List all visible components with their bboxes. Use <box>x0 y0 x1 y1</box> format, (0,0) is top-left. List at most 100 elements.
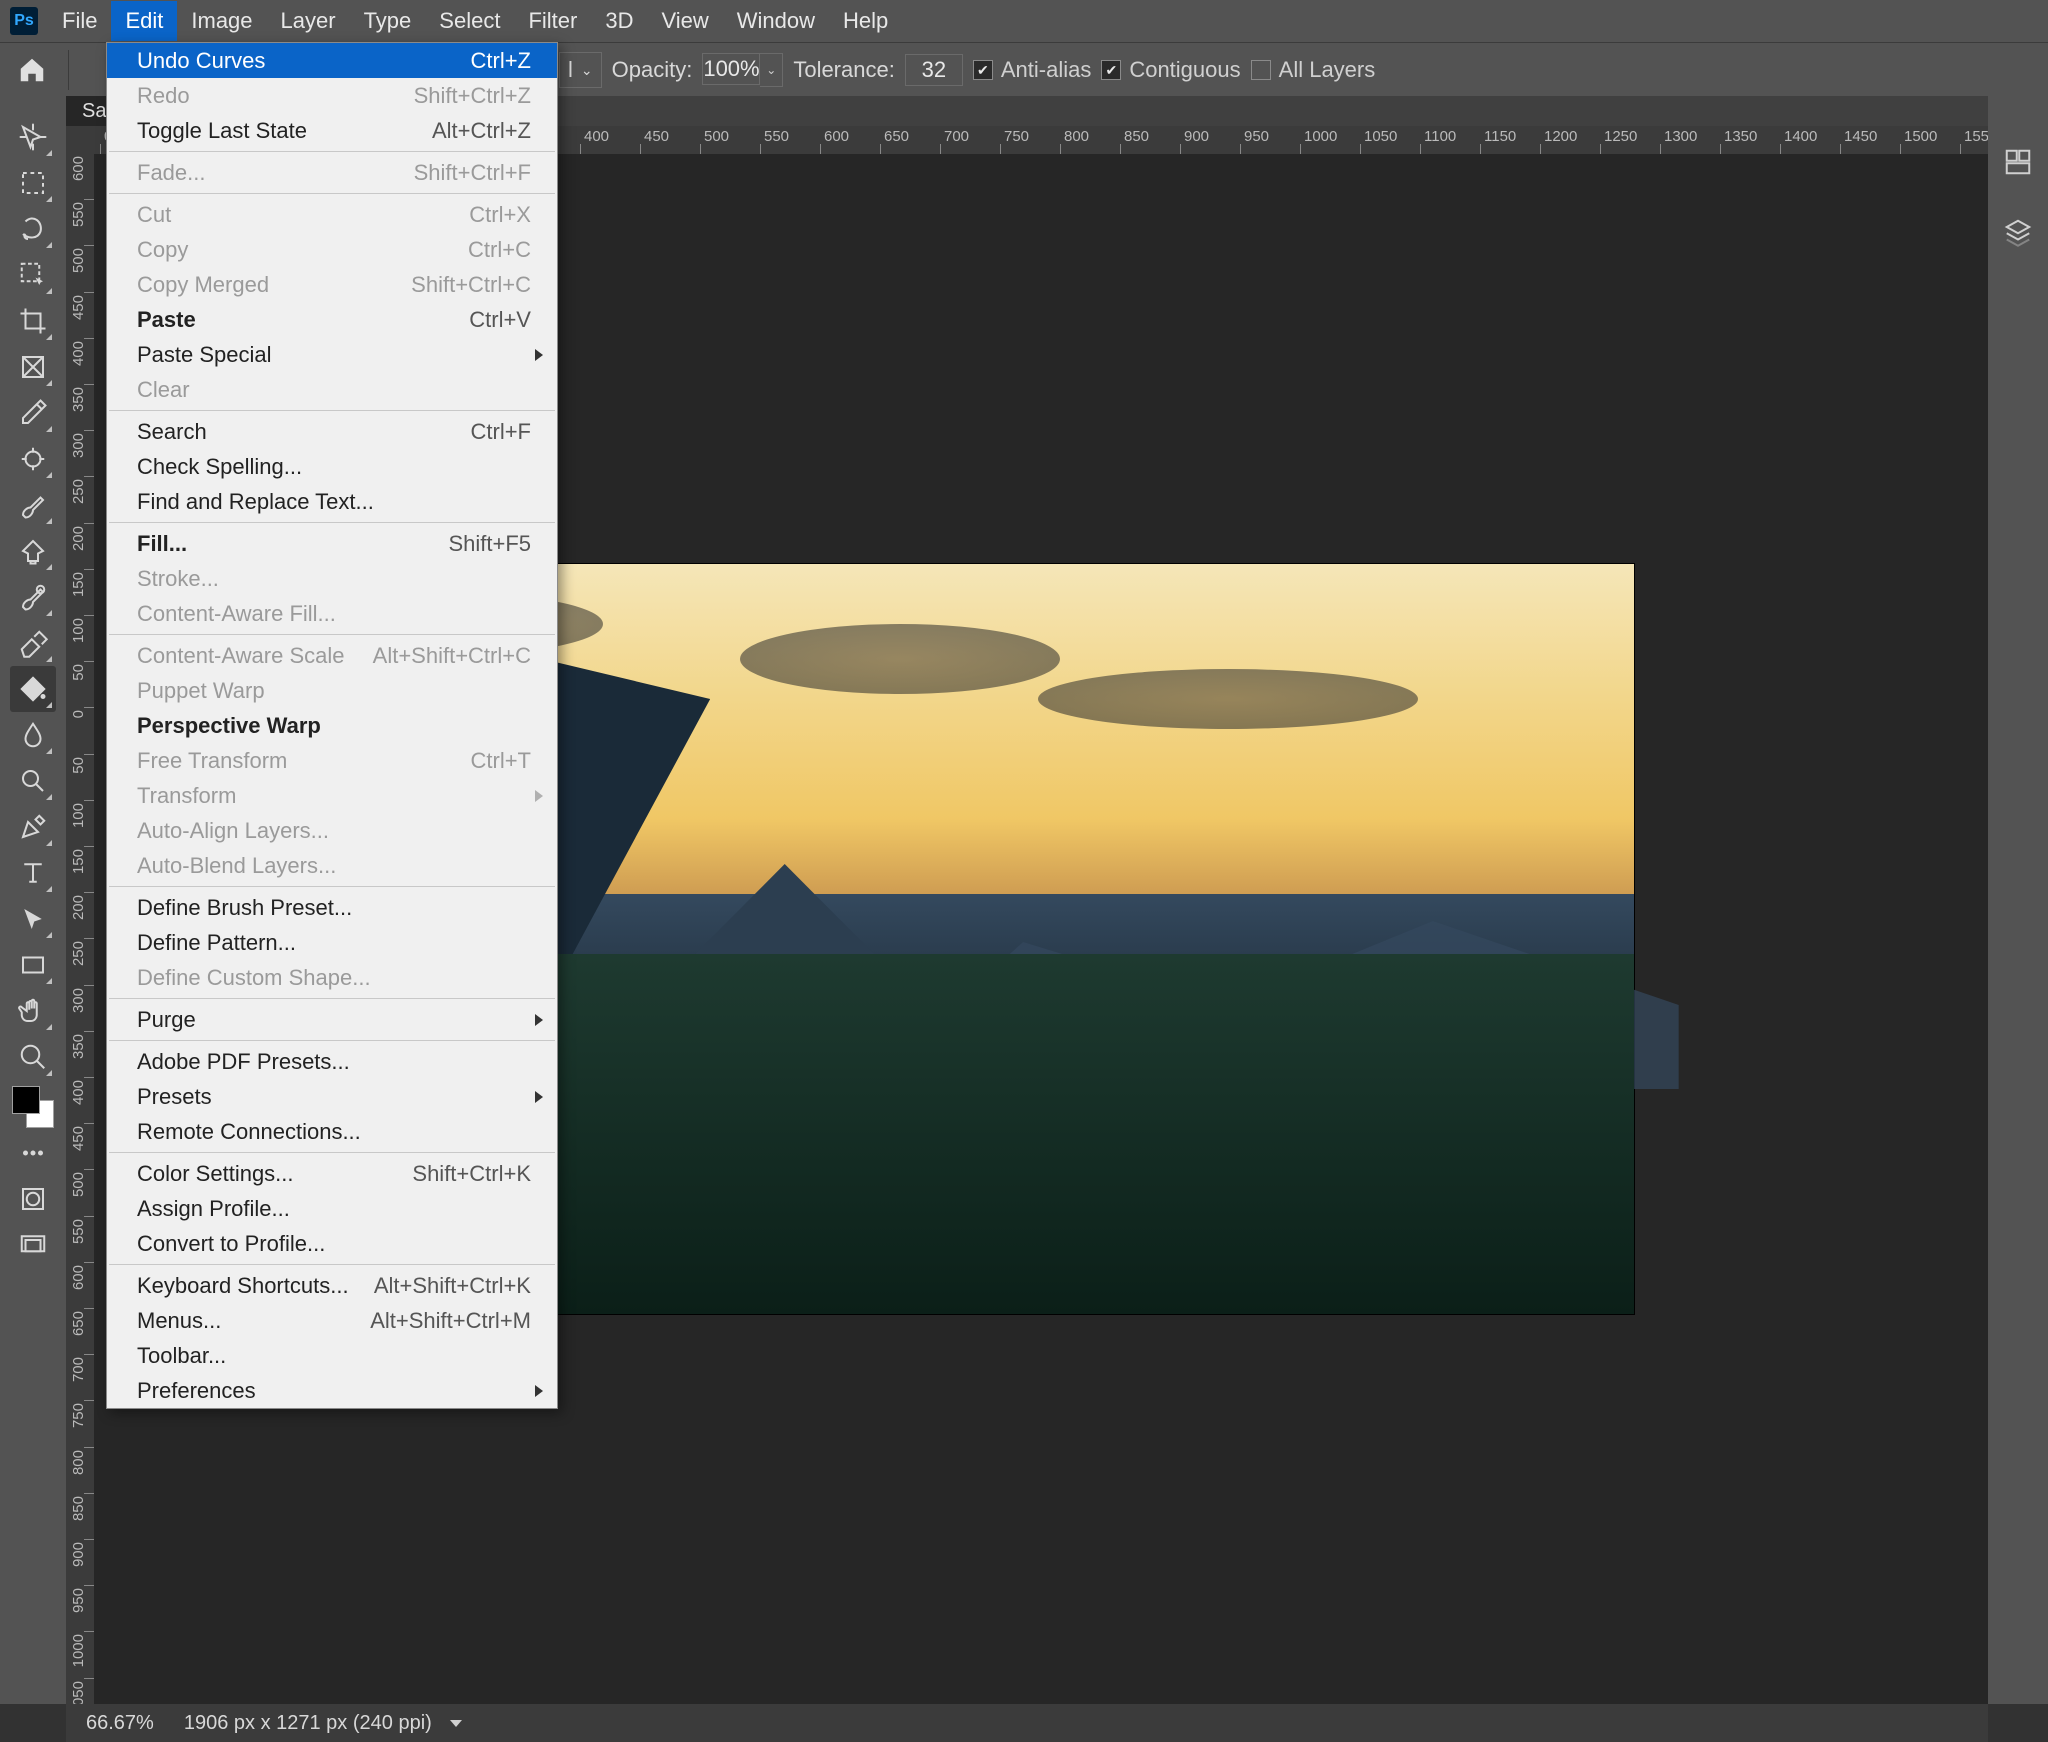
zoom-level[interactable]: 66.67% <box>86 1712 154 1735</box>
menu-item-adobe-pdf-presets[interactable]: Adobe PDF Presets... <box>107 1044 557 1079</box>
menu-select[interactable]: Select <box>425 1 514 41</box>
edit-menu-dropdown: Undo CurvesCtrl+ZRedoShift+Ctrl+ZToggle … <box>106 42 558 1409</box>
menu-item-paste-special[interactable]: Paste Special <box>107 337 557 372</box>
menu-view[interactable]: View <box>647 1 722 41</box>
submenu-arrow-icon <box>535 790 543 802</box>
menu-file[interactable]: File <box>48 1 111 41</box>
flyout-indicator-icon <box>46 794 52 800</box>
alllayers-checkbox[interactable]: All Layers <box>1251 57 1376 83</box>
menu-item-color-settings[interactable]: Color Settings...Shift+Ctrl+K <box>107 1156 557 1191</box>
tool-rectangle[interactable] <box>10 942 56 988</box>
tool-frame[interactable] <box>10 344 56 390</box>
menu-edit[interactable]: Edit <box>111 1 177 41</box>
tool-object-select[interactable] <box>10 252 56 298</box>
menu-item-shortcut: Alt+Shift+Ctrl+C <box>373 643 531 669</box>
menu-item-perspective-warp[interactable]: Perspective Warp <box>107 708 557 743</box>
tool-path-select[interactable] <box>10 896 56 942</box>
contiguous-checkbox[interactable]: ✔ Contiguous <box>1101 57 1240 83</box>
properties-panel-icon[interactable] <box>1996 140 2040 184</box>
menu-item-shortcut: Ctrl+C <box>468 237 531 263</box>
tool-zoom[interactable] <box>10 1034 56 1080</box>
menu-help[interactable]: Help <box>829 1 902 41</box>
flyout-indicator-icon <box>46 748 52 754</box>
menu-item-paste[interactable]: PasteCtrl+V <box>107 302 557 337</box>
tool-brush[interactable] <box>10 482 56 528</box>
menu-item-find-and-replace-text[interactable]: Find and Replace Text... <box>107 484 557 519</box>
status-menu-chevron-icon[interactable] <box>450 1720 462 1727</box>
tool-eraser[interactable] <box>10 620 56 666</box>
tool-clone[interactable] <box>10 528 56 574</box>
ruler-origin[interactable] <box>66 126 95 155</box>
menu-item-search[interactable]: SearchCtrl+F <box>107 414 557 449</box>
menu-item-fade: Fade...Shift+Ctrl+F <box>107 155 557 190</box>
menu-3d[interactable]: 3D <box>591 1 647 41</box>
menu-item-shortcut: Shift+Ctrl+Z <box>414 83 531 109</box>
status-bar: 66.67% 1906 px x 1271 px (240 ppi) <box>66 1704 1988 1742</box>
tool-pen[interactable] <box>10 804 56 850</box>
menu-item-shortcut: Alt+Shift+Ctrl+M <box>370 1308 531 1334</box>
tool-blur[interactable] <box>10 712 56 758</box>
menu-item-label: Color Settings... <box>137 1161 412 1187</box>
tool-dodge[interactable] <box>10 758 56 804</box>
menu-item-convert-to-profile[interactable]: Convert to Profile... <box>107 1226 557 1261</box>
tool-paint-bucket[interactable] <box>10 666 56 712</box>
menu-item-assign-profile[interactable]: Assign Profile... <box>107 1191 557 1226</box>
tool-type[interactable] <box>10 850 56 896</box>
home-button[interactable] <box>6 44 58 96</box>
tolerance-input[interactable]: 32 <box>905 54 963 86</box>
menu-item-preferences[interactable]: Preferences <box>107 1373 557 1408</box>
tool-screen-mode[interactable] <box>10 1222 56 1268</box>
menu-item-purge[interactable]: Purge <box>107 1002 557 1037</box>
menu-item-define-pattern[interactable]: Define Pattern... <box>107 925 557 960</box>
menu-item-toolbar[interactable]: Toolbar... <box>107 1338 557 1373</box>
menu-filter[interactable]: Filter <box>514 1 591 41</box>
menu-item-label: Stroke... <box>137 566 531 592</box>
opacity-value[interactable]: 100% <box>702 53 760 85</box>
menu-type[interactable]: Type <box>350 1 426 41</box>
foreground-color-swatch[interactable] <box>12 1086 40 1114</box>
menu-item-label: Fade... <box>137 160 414 186</box>
tool-spot-heal[interactable] <box>10 436 56 482</box>
menu-item-stroke: Stroke... <box>107 561 557 596</box>
foreground-background-swatch[interactable] <box>10 1084 56 1130</box>
menu-item-define-brush-preset[interactable]: Define Brush Preset... <box>107 890 557 925</box>
menu-item-label: Auto-Align Layers... <box>137 818 531 844</box>
menu-item-menus[interactable]: Menus...Alt+Shift+Ctrl+M <box>107 1303 557 1338</box>
menu-item-undo-curves[interactable]: Undo CurvesCtrl+Z <box>107 43 557 78</box>
ruler-vertical[interactable]: 6005505004504003503002502001501005005010… <box>66 154 95 1704</box>
menu-item-check-spelling[interactable]: Check Spelling... <box>107 449 557 484</box>
menu-item-label: Remote Connections... <box>137 1119 531 1145</box>
check-icon: ✔ <box>973 60 993 80</box>
menu-item-label: Undo Curves <box>137 48 471 74</box>
menu-layer[interactable]: Layer <box>267 1 350 41</box>
tool-quick-mask[interactable] <box>10 1176 56 1222</box>
menu-item-toggle-last-state[interactable]: Toggle Last StateAlt+Ctrl+Z <box>107 113 557 148</box>
menu-item-shortcut: Ctrl+T <box>471 748 532 774</box>
document-info[interactable]: 1906 px x 1271 px (240 ppi) <box>184 1712 432 1735</box>
antialias-checkbox[interactable]: ✔ Anti-alias <box>973 57 1091 83</box>
tool-crop[interactable] <box>10 298 56 344</box>
tool-edit-toolbar[interactable] <box>10 1130 56 1176</box>
opacity-chevron-icon[interactable]: ⌄ <box>760 53 783 87</box>
menu-item-fill[interactable]: Fill...Shift+F5 <box>107 526 557 561</box>
menu-window[interactable]: Window <box>723 1 829 41</box>
flyout-indicator-icon <box>46 426 52 432</box>
tool-marquee[interactable] <box>10 160 56 206</box>
tool-history-brush[interactable] <box>10 574 56 620</box>
menu-item-label: Fill... <box>137 531 448 557</box>
mode-dropdown[interactable]: l ⌄ <box>559 52 602 88</box>
alllayers-label: All Layers <box>1279 57 1376 83</box>
menu-item-remote-connections[interactable]: Remote Connections... <box>107 1114 557 1149</box>
menu-item-label: Copy Merged <box>137 272 411 298</box>
menu-image[interactable]: Image <box>177 1 266 41</box>
menu-item-label: Adobe PDF Presets... <box>137 1049 531 1075</box>
tool-lasso[interactable] <box>10 206 56 252</box>
menu-item-keyboard-shortcuts[interactable]: Keyboard Shortcuts...Alt+Shift+Ctrl+K <box>107 1268 557 1303</box>
tool-eyedropper[interactable] <box>10 390 56 436</box>
menu-item-presets[interactable]: Presets <box>107 1079 557 1114</box>
mode-value: l <box>568 57 573 83</box>
tool-hand[interactable] <box>10 988 56 1034</box>
layers-panel-icon[interactable] <box>1996 210 2040 254</box>
tool-move[interactable] <box>10 114 56 160</box>
flyout-indicator-icon <box>46 334 52 340</box>
